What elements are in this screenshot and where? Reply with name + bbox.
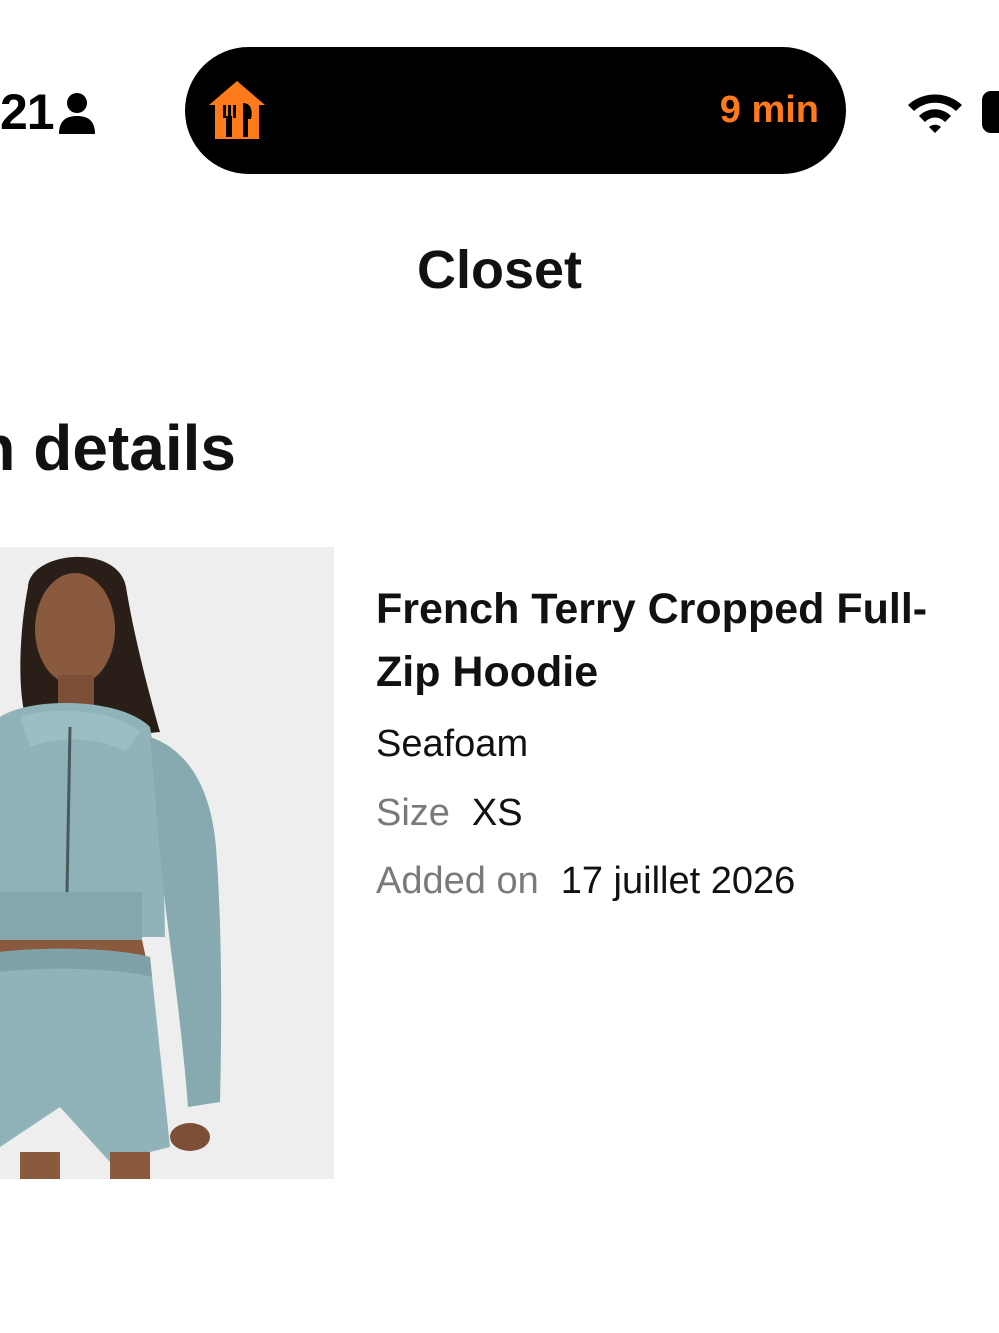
model-photo-illustration: [0, 547, 334, 1179]
dynamic-island-live-activity[interactable]: 9 min: [185, 47, 846, 174]
section-heading: n details: [0, 412, 236, 484]
added-on-label: Added on: [376, 860, 539, 902]
added-on-row: Added on 17 juillet 2026: [376, 857, 795, 905]
status-time: 21: [0, 84, 55, 140]
size-row: Size XS: [376, 789, 523, 837]
battery-icon: [982, 91, 999, 133]
product-image: [0, 547, 334, 1179]
restaurant-home-icon: [209, 81, 265, 139]
page-title: Closet: [416, 240, 583, 300]
wifi-icon: [908, 94, 962, 133]
item-color: Seafoam: [376, 723, 529, 765]
size-value: XS: [471, 792, 523, 834]
size-label: Size: [376, 792, 450, 834]
delivery-eta: 9 min: [719, 89, 819, 131]
person-icon: [59, 93, 95, 134]
added-on-value: 17 juillet 2026: [560, 860, 796, 902]
item-name: French Terry Cropped Full-Zip Hoodie: [376, 585, 928, 696]
